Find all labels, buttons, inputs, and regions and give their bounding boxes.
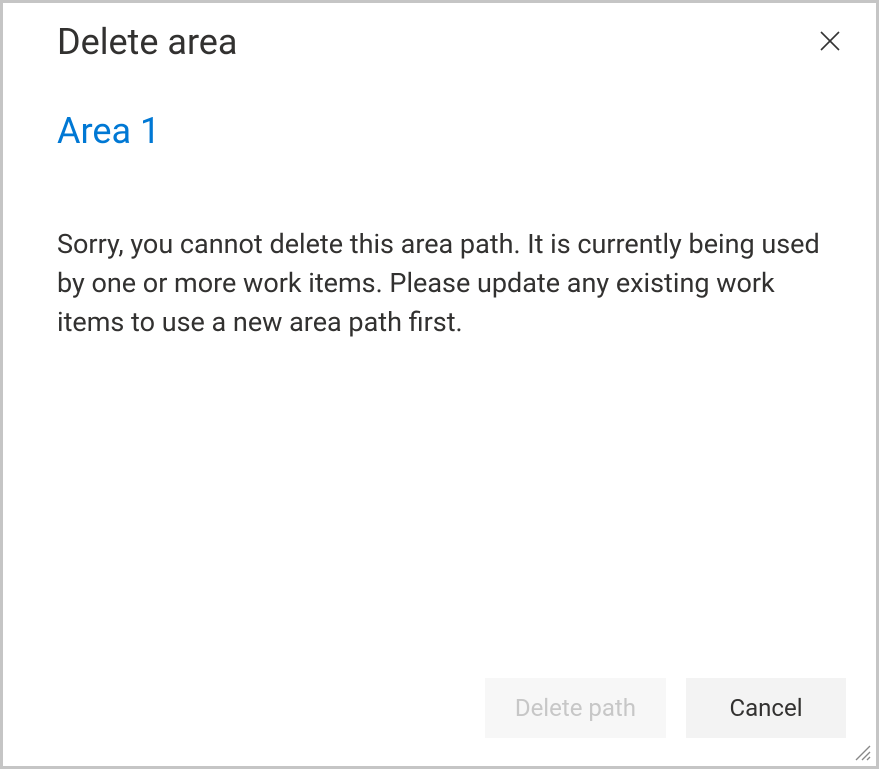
cancel-button[interactable]: Cancel (686, 678, 846, 738)
dialog-message: Sorry, you cannot delete this area path.… (57, 225, 822, 342)
dialog-header: Delete area (3, 3, 876, 66)
dialog-content: Area 1 Sorry, you cannot delete this are… (3, 66, 876, 678)
area-name: Area 1 (57, 108, 822, 155)
close-icon (819, 30, 841, 52)
close-button[interactable] (812, 23, 848, 59)
dialog-title: Delete area (57, 19, 237, 66)
dialog-footer: Delete path Cancel (3, 678, 876, 766)
delete-path-button[interactable]: Delete path (485, 678, 666, 738)
delete-area-dialog: Delete area Area 1 Sorry, you cannot del… (0, 0, 879, 769)
